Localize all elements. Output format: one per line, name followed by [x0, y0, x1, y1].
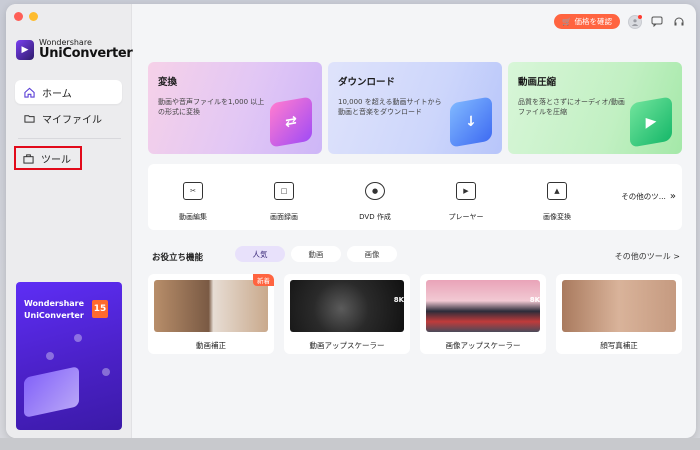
dvd-icon: ● [365, 182, 385, 200]
category-tabs: 人気 動画 画像 [235, 246, 397, 262]
compress-icon: ▶ [630, 96, 672, 148]
sidebar: ▶ Wondershare UniConverter ホーム マイファイル ツー… [6, 4, 133, 438]
cart-icon: 🛒 [562, 17, 572, 26]
feature-title: ダウンロード [338, 77, 396, 88]
tool-dvd-create[interactable]: ● DVD 作成 [335, 164, 415, 230]
feature-title: 動画圧縮 [518, 77, 557, 88]
double-chevron-right-icon: » [669, 191, 676, 202]
card-label: 動画アップスケーラー [309, 341, 385, 350]
message-icon[interactable] [650, 15, 664, 29]
player-icon: ▶ [456, 182, 476, 200]
notification-dot [638, 14, 642, 19]
promo-decoration-icon [46, 352, 54, 360]
tool-label: プレーヤー [448, 213, 484, 221]
helpful-card-face-retouch[interactable]: 顔写真補正 [556, 274, 682, 354]
tool-label: 画面録画 [270, 213, 298, 221]
uniconverter-logo-icon: ▶ [16, 39, 34, 60]
tool-label: 動画編集 [179, 213, 207, 221]
video-edit-icon: ✂ [183, 182, 203, 200]
card-label: 動画補正 [196, 341, 226, 350]
sidebar-item-my-files[interactable]: マイファイル [15, 106, 122, 130]
tool-image-convert[interactable]: ▲ 画像変換 [517, 164, 597, 230]
feature-card-compress[interactable]: 動画圧縮 品質を落とさずにオーディオ/動画ファイルを圧縮 ▶ [508, 62, 682, 154]
more-tools-button[interactable]: その他のツ... » [621, 191, 676, 202]
feature-title: 変換 [158, 77, 178, 88]
feature-description: 品質を落とさずにオーディオ/動画ファイルを圧縮 [518, 98, 625, 116]
main-content: 🛒 価格を確認 変換 動画や音声ファイルを1,000 以上の形式に変換 ⇄ ダウ… [132, 4, 696, 438]
feature-card-convert[interactable]: 変換 動画や音声ファイルを1,000 以上の形式に変換 ⇄ [148, 62, 322, 154]
video-enhance-thumbnail [154, 280, 268, 332]
sidebar-divider [18, 138, 121, 139]
new-badge: 新着 [253, 274, 274, 286]
home-icon [23, 86, 35, 98]
promo-brand: Wondershare [24, 299, 85, 308]
tab-video[interactable]: 動画 [291, 246, 341, 262]
window-controls [14, 12, 38, 21]
convert-icon: ⇄ [270, 96, 312, 148]
logo-product: UniConverter [39, 46, 133, 61]
tool-video-edit[interactable]: ✂ 動画編集 [153, 164, 233, 230]
feature-card-download[interactable]: ダウンロード 10,000 を超える動画サイトから動画と音楽をダウンロード ↓ [328, 62, 502, 154]
image-upscaler-thumbnail [426, 280, 540, 332]
resolution-label: 8K [393, 296, 404, 304]
promo-decoration-icon [74, 334, 82, 342]
sidebar-item-label: マイファイル [42, 114, 102, 126]
image-convert-icon: ▲ [547, 182, 567, 200]
sidebar-item-home[interactable]: ホーム [15, 80, 122, 104]
tab-popular[interactable]: 人気 [235, 246, 285, 262]
tool-screen-record[interactable]: □ 画面録画 [244, 164, 324, 230]
toolbox-icon [22, 152, 34, 164]
support-headset-icon[interactable] [672, 15, 686, 29]
feature-description: 動画や音声ファイルを1,000 以上の形式に変換 [158, 98, 265, 116]
face-retouch-thumbnail [562, 280, 676, 332]
helpful-card-image-upscaler[interactable]: 8K 画像アップスケーラー [420, 274, 546, 354]
card-label: 顔写真補正 [600, 341, 638, 350]
tool-label: 画像変換 [543, 213, 571, 221]
promo-decoration-icon [102, 368, 110, 376]
tools-panel: ✂ 動画編集 □ 画面録画 ● DVD 作成 ▶ プレーヤー ▲ 画像変換 その… [148, 164, 682, 230]
version-badge: 15 [92, 300, 108, 318]
top-bar: 🛒 価格を確認 [554, 14, 686, 29]
download-icon: ↓ [450, 96, 492, 148]
minimize-window-button[interactable] [29, 12, 38, 21]
resolution-label: 8K [529, 296, 540, 304]
helpful-features-title: お役立ち機能 [152, 253, 204, 263]
sidebar-item-label: ホーム [42, 88, 72, 100]
video-upscaler-thumbnail [290, 280, 404, 332]
app-window: ▶ Wondershare UniConverter ホーム マイファイル ツー… [6, 4, 696, 438]
avatar[interactable] [628, 14, 642, 29]
check-price-label: 価格を確認 [574, 17, 613, 26]
folder-icon [23, 112, 35, 124]
sidebar-item-tools[interactable]: ツール [14, 146, 82, 170]
feature-description: 10,000 を超える動画サイトから動画と音楽をダウンロード [338, 98, 442, 116]
promo-banner[interactable]: Wondershare UniConverter 15 [16, 282, 122, 430]
app-logo: ▶ Wondershare UniConverter [16, 39, 133, 60]
promo-product: UniConverter [24, 311, 84, 320]
helpful-card-video-enhance[interactable]: 新着 動画補正 [148, 274, 274, 354]
screen-record-icon: □ [274, 182, 294, 200]
desktop-background [0, 438, 700, 450]
more-tools-label: その他のツ... [621, 192, 666, 201]
close-window-button[interactable] [14, 12, 23, 21]
helpful-card-video-upscaler[interactable]: 8K 動画アップスケーラー [284, 274, 410, 354]
promo-illustration [24, 366, 79, 418]
sidebar-item-label: ツール [41, 154, 71, 166]
tool-player[interactable]: ▶ プレーヤー [426, 164, 506, 230]
tool-label: DVD 作成 [359, 213, 391, 221]
card-label: 画像アップスケーラー [445, 341, 521, 350]
check-price-button[interactable]: 🛒 価格を確認 [554, 14, 620, 29]
tab-image[interactable]: 画像 [347, 246, 397, 262]
more-tools-link[interactable]: その他のツール > [615, 251, 680, 262]
